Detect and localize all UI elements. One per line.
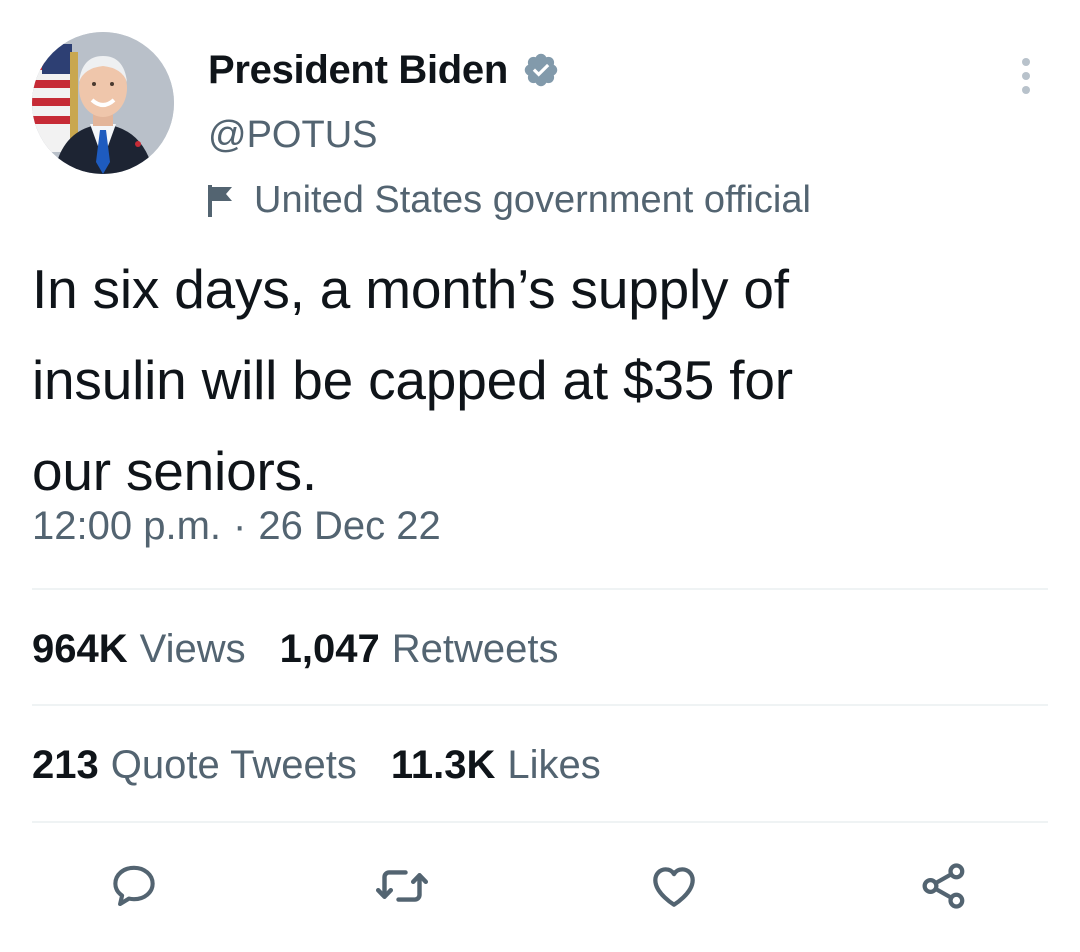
tweet-card: President Biden @POTUS United States gov…	[0, 0, 1080, 952]
reply-button[interactable]	[106, 858, 162, 914]
more-options-button[interactable]	[1006, 54, 1046, 98]
retweet-button[interactable]	[374, 858, 430, 914]
verified-badge-icon	[522, 51, 560, 89]
author-avatar[interactable]	[32, 32, 174, 174]
heart-icon	[653, 867, 695, 907]
views-label: Views	[139, 626, 246, 671]
retweets-label: Retweets	[391, 626, 559, 671]
divider	[32, 588, 1048, 590]
author-handle[interactable]: @POTUS	[208, 114, 377, 157]
tweet-timestamp[interactable]: 12:00 p.m. · 26 Dec 22	[32, 504, 441, 549]
views-stat[interactable]: 964K Views	[32, 627, 246, 672]
stats-row-views-retweets: 964K Views 1,047 Retweets	[32, 624, 592, 674]
government-label-text: United States government official	[254, 178, 811, 221]
stats-row-quotes-likes: 213 Quote Tweets 11.3K Likes	[32, 740, 635, 790]
quote-tweets-count: 213	[32, 742, 99, 787]
timestamp-separator: ·	[233, 504, 247, 548]
tweet-date: 26 Dec 22	[258, 504, 441, 548]
likes-stat[interactable]: 11.3K Likes	[391, 743, 601, 788]
divider	[32, 704, 1048, 706]
author-display-name[interactable]: President Biden	[208, 48, 508, 93]
flag-icon	[204, 181, 238, 219]
more-dots-icon	[1022, 58, 1030, 94]
tweet-time: 12:00 p.m.	[32, 504, 222, 548]
likes-count: 11.3K	[390, 742, 496, 787]
retweets-count: 1,047	[279, 626, 380, 671]
divider	[32, 821, 1048, 823]
speech-bubble-icon	[113, 865, 155, 907]
tweet-text: In six days, a month’s supply of insulin…	[32, 258, 793, 502]
government-label[interactable]: United States government official	[204, 176, 811, 224]
quote-tweets-label: Quote Tweets	[110, 742, 357, 787]
retweet-arrows-icon	[375, 870, 429, 902]
views-count: 964K	[32, 626, 128, 671]
share-nodes-icon	[922, 863, 965, 909]
share-button[interactable]	[916, 858, 972, 914]
author-name-row: President Biden	[208, 44, 560, 96]
quote-tweets-stat[interactable]: 213 Quote Tweets	[32, 743, 357, 788]
retweets-stat[interactable]: 1,047 Retweets	[280, 627, 559, 672]
like-button[interactable]	[646, 858, 702, 914]
likes-label: Likes	[507, 742, 601, 787]
